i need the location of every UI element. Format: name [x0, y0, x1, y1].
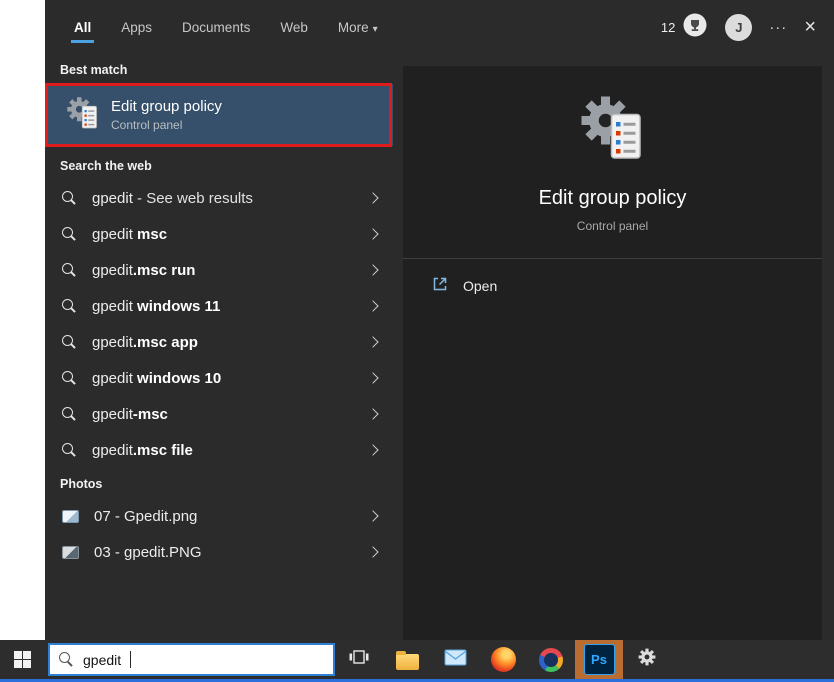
search-icon: [62, 334, 77, 350]
file-explorer-button[interactable]: [383, 640, 431, 679]
windows-logo-icon: [14, 651, 31, 668]
search-icon: [62, 262, 77, 278]
settings-gear-icon: [635, 645, 659, 674]
search-icon: [62, 298, 77, 314]
photoshop-button[interactable]: Ps: [575, 640, 623, 679]
chevron-right-icon[interactable]: [367, 300, 379, 312]
chevron-right-icon[interactable]: [367, 336, 379, 348]
file-explorer-icon: [395, 650, 419, 670]
open-icon: [431, 275, 449, 298]
search-suggestion-row[interactable]: gpedit-msc: [45, 396, 393, 432]
open-label: Open: [463, 278, 498, 294]
search-icon: [62, 226, 77, 242]
start-button[interactable]: [0, 640, 45, 679]
detail-panel-wrapper: Edit group policy Control panel Open: [393, 54, 834, 640]
section-header-search-web: Search the web: [60, 159, 152, 173]
chevron-right-icon[interactable]: [367, 192, 379, 204]
detail-title: Edit group policy: [538, 187, 687, 209]
suggestion-text: gpedit.msc app: [92, 333, 198, 351]
browser-button[interactable]: [527, 640, 575, 679]
search-suggestion-row[interactable]: gpedit.msc run: [45, 252, 393, 288]
task-view-icon: [348, 646, 370, 673]
photo-file-name: 03 - gpedit.PNG: [94, 543, 202, 561]
section-header-best-match: Best match: [60, 63, 128, 77]
photo-file-name: 07 - Gpedit.png: [94, 507, 198, 525]
taskbar-search-box[interactable]: gpedit: [48, 643, 335, 676]
chevron-right-icon[interactable]: [367, 264, 379, 276]
open-action[interactable]: Open: [403, 259, 822, 313]
suggestion-text: gpedit.msc run: [92, 261, 196, 279]
chevron-down-icon: ▾: [372, 23, 378, 35]
tab-web[interactable]: Web: [278, 12, 310, 43]
chevron-right-icon[interactable]: [367, 372, 379, 384]
tab-more[interactable]: More ▾: [336, 12, 380, 43]
options-ellipsis-button[interactable]: ···: [769, 19, 787, 36]
search-suggestion-row[interactable]: gpedit - See web results: [45, 180, 393, 216]
search-icon: [62, 406, 77, 422]
search-suggestion-row[interactable]: gpedit windows 11: [45, 288, 393, 324]
tab-all[interactable]: All: [70, 12, 95, 43]
results-column: Best match Edit group policy Control pan…: [45, 54, 393, 640]
tab-apps[interactable]: Apps: [119, 12, 154, 43]
suggestion-text: gpedit windows 10: [92, 369, 222, 387]
mail-icon: [444, 648, 467, 672]
group-policy-icon: [65, 95, 101, 136]
firefox-button[interactable]: [479, 640, 527, 679]
rewards-trophy-icon: [682, 12, 708, 43]
search-icon: [62, 442, 77, 458]
chevron-right-icon[interactable]: [367, 228, 379, 240]
rewards-indicator[interactable]: 12: [661, 12, 708, 43]
text-cursor: [130, 651, 132, 668]
search-icon: [59, 652, 74, 667]
search-suggestion-row[interactable]: gpedit.msc file: [45, 432, 393, 468]
taskbar-search-input[interactable]: gpedit: [83, 652, 121, 668]
photoshop-icon: Ps: [583, 644, 615, 675]
search-suggestion-row[interactable]: gpedit.msc app: [45, 324, 393, 360]
desktop-screen: All Apps Documents Web More ▾ 12 J ··· ×…: [0, 0, 834, 682]
detail-subtitle: Control panel: [576, 219, 649, 233]
section-header-photos: Photos: [60, 477, 103, 491]
start-search-panel: All Apps Documents Web More ▾ 12 J ··· ×…: [45, 0, 834, 640]
taskbar: gpedit Ps: [0, 640, 834, 679]
close-button[interactable]: ×: [804, 17, 816, 37]
detail-panel: Edit group policy Control panel Open: [403, 66, 822, 640]
tabbar-right-controls: 12 J ··· ×: [661, 12, 816, 43]
settings-button[interactable]: [623, 640, 671, 679]
search-suggestion-row[interactable]: gpedit windows 10: [45, 360, 393, 396]
firefox-icon: [490, 647, 516, 672]
best-match-text: Edit group policy Control panel: [111, 98, 222, 132]
best-match-title: Edit group policy: [111, 98, 222, 115]
chevron-right-icon[interactable]: [367, 444, 379, 456]
suggestion-text: gpedit windows 11: [92, 297, 221, 315]
group-policy-icon-large: [577, 92, 649, 169]
chevron-right-icon[interactable]: [367, 546, 379, 558]
search-results-body: Best match Edit group policy Control pan…: [45, 54, 834, 640]
user-avatar[interactable]: J: [725, 13, 753, 41]
photo-result-row[interactable]: 03 - gpedit.PNG: [45, 534, 393, 570]
image-thumbnail-icon: [62, 545, 79, 559]
suggestion-text: gpedit.msc file: [92, 441, 193, 459]
suggestion-text: gpedit msc: [92, 225, 168, 243]
task-view-button[interactable]: [335, 640, 383, 679]
search-filter-tabbar: All Apps Documents Web More ▾ 12 J ··· ×: [45, 0, 834, 54]
best-match-subtitle: Control panel: [111, 118, 183, 132]
browser-icon: [539, 647, 563, 672]
best-match-item[interactable]: Edit group policy Control panel: [45, 84, 393, 146]
chevron-right-icon[interactable]: [367, 408, 379, 420]
rewards-count: 12: [660, 19, 676, 35]
suggestion-text: gpedit - See web results: [92, 189, 253, 207]
mail-button[interactable]: [431, 640, 479, 679]
chevron-right-icon[interactable]: [367, 510, 379, 522]
search-icon: [62, 370, 77, 386]
search-icon: [62, 190, 77, 206]
tab-documents[interactable]: Documents: [180, 12, 252, 43]
suggestion-text: gpedit-msc: [92, 405, 168, 423]
image-thumbnail-icon: [62, 509, 79, 523]
photo-result-row[interactable]: 07 - Gpedit.png: [45, 498, 393, 534]
search-suggestion-row[interactable]: gpedit msc: [45, 216, 393, 252]
